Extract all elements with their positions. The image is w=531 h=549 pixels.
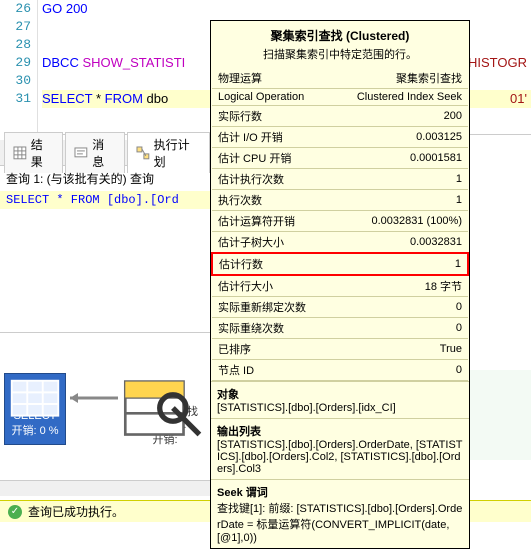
tooltip-row: 估计行大小18 字节: [212, 275, 468, 297]
tooltip-title: 聚集索引查找 (Clustered): [211, 21, 469, 46]
execution-plan[interactable]: SELECT 开销: 0 % 聚集索引查找 [Orders]. 开销:: [0, 332, 210, 492]
tab-label: 执行计划: [154, 136, 201, 170]
tooltip-row: 估计执行次数1: [212, 169, 468, 190]
grid-icon: [13, 146, 27, 160]
success-icon: ✓: [8, 505, 22, 519]
tab-label: 消息: [92, 136, 116, 170]
message-icon: [74, 146, 88, 160]
tooltip-output: 输出列表 [STATISTICS].[dbo].[Orders].OrderDa…: [211, 418, 469, 479]
tooltip-row: Logical OperationClustered Index Seek: [212, 89, 468, 106]
tab-plan[interactable]: 执行计划: [127, 132, 210, 173]
tab-results[interactable]: 结果: [4, 132, 63, 173]
tooltip-row: 估计运算符开销0.0032831 (100%): [212, 211, 468, 232]
tooltip-row: 实际重绕次数0: [212, 318, 468, 339]
query-sql: SELECT * FROM [dbo].[Ord: [0, 191, 210, 209]
tooltip-row: 实际行数200: [212, 106, 468, 127]
tooltip-row: 估计子树大小0.0032831: [212, 232, 468, 254]
plan-tooltip: 聚集索引查找 (Clustered) 扫描聚集索引中特定范围的行。 物理运算聚集…: [210, 20, 470, 549]
plan-node-select[interactable]: SELECT 开销: 0 %: [4, 373, 66, 445]
plan-node-seek[interactable]: 聚集索引查找 [Orders]. 开销:: [120, 371, 210, 447]
results-panel: 结果 消息 执行计划 查询 1: (与该批有关的) 查询 SELECT * FR…: [0, 140, 210, 460]
status-text: 查询已成功执行。: [28, 503, 124, 520]
tooltip-row: 估计 CPU 开销0.0001581: [212, 148, 468, 169]
tab-label: 结果: [31, 136, 55, 170]
tooltip-row: 已排序True: [212, 339, 468, 360]
line-gutter: 26 27 28 29 30 31: [0, 0, 38, 135]
tab-messages[interactable]: 消息: [65, 132, 124, 173]
tooltip-row: 估计行数1: [212, 253, 468, 275]
tooltip-subtitle: 扫描聚集索引中特定范围的行。: [211, 46, 469, 68]
tooltip-row: 节点 ID0: [212, 360, 468, 381]
tooltip-seek-predicate: Seek 谓词 查找键[1]: 前缀: [STATISTICS].[dbo].[…: [211, 479, 469, 548]
tooltip-row: 物理运算聚集索引查找: [212, 68, 468, 89]
tooltip-properties: 物理运算聚集索引查找Logical OperationClustered Ind…: [211, 68, 469, 381]
tooltip-object: 对象 [STATISTICS].[dbo].[Orders].[idx_CI]: [211, 381, 469, 418]
tooltip-row: 实际重新绑定次数0: [212, 297, 468, 318]
index-seek-icon: [148, 371, 182, 401]
scrollbar-horizontal[interactable]: [0, 480, 210, 496]
select-icon: [19, 380, 51, 408]
tooltip-row: 执行次数1: [212, 190, 468, 211]
plan-icon: [136, 146, 150, 160]
tabs-bar: 结果 消息 执行计划: [0, 140, 210, 166]
tooltip-row: 估计 I/O 开销0.003125: [212, 127, 468, 148]
